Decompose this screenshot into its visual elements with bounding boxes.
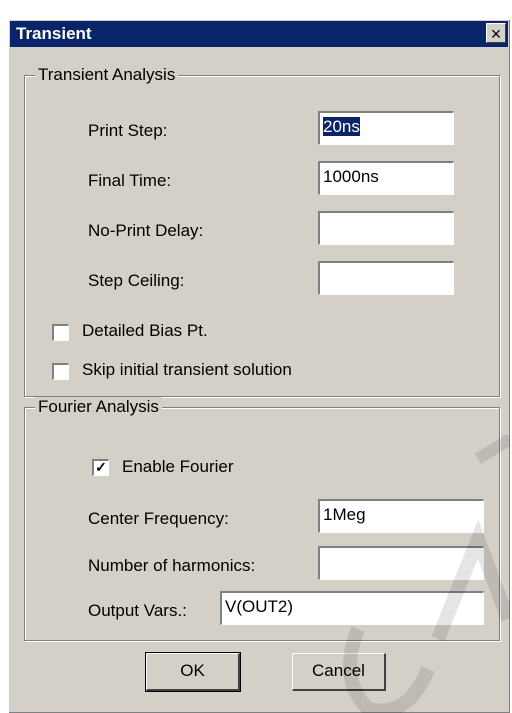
enable-fourier-label[interactable]: Enable Fourier xyxy=(122,457,234,477)
skip-initial-label[interactable]: Skip initial transient solution xyxy=(82,360,292,380)
step-ceiling-label: Step Ceiling: xyxy=(88,271,185,290)
harmonics-label: Number of harmonics: xyxy=(88,556,256,575)
print-step-field[interactable]: 20ns xyxy=(318,111,454,145)
cancel-button[interactable]: Cancel xyxy=(292,653,386,691)
print-step-label: Print Step: xyxy=(88,121,168,140)
skip-initial-checkbox[interactable] xyxy=(52,363,69,380)
step-ceiling-field[interactable] xyxy=(318,261,454,295)
print-step-value: 20ns xyxy=(323,117,360,136)
checkmark-icon: ✓ xyxy=(95,459,107,475)
center-frequency-field[interactable]: 1Meg xyxy=(318,499,484,533)
harmonics-field[interactable] xyxy=(318,546,484,580)
no-print-delay-field[interactable] xyxy=(318,211,454,245)
no-print-delay-label: No-Print Delay: xyxy=(88,221,204,240)
close-button[interactable]: × xyxy=(486,23,506,44)
detailed-bias-checkbox[interactable] xyxy=(52,324,69,341)
ok-button[interactable]: OK xyxy=(145,652,241,692)
fourier-analysis-legend: Fourier Analysis xyxy=(35,397,162,417)
detailed-bias-label[interactable]: Detailed Bias Pt. xyxy=(82,321,208,341)
enable-fourier-checkbox[interactable]: ✓ xyxy=(92,459,109,476)
dialog-title: Transient xyxy=(16,24,92,43)
output-vars-field[interactable]: V(OUT2) xyxy=(220,591,484,625)
final-time-label: Final Time: xyxy=(88,171,172,190)
title-bar[interactable]: Transient × xyxy=(10,21,508,47)
transient-dialog: Transient × Transient Analysis Print Ste… xyxy=(8,19,510,713)
center-frequency-label: Center Frequency: xyxy=(88,509,229,528)
final-time-field[interactable]: 1000ns xyxy=(318,161,454,195)
output-vars-label: Output Vars.: xyxy=(88,601,187,620)
transient-analysis-legend: Transient Analysis xyxy=(35,65,179,85)
